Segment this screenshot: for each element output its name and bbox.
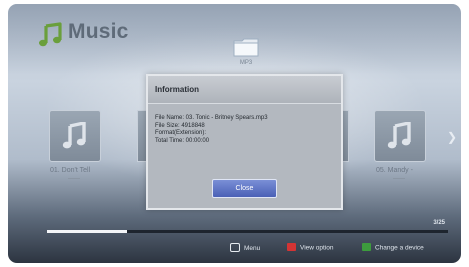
music-note-icon: [387, 122, 411, 149]
view-option-hint[interactable]: View option: [287, 243, 334, 252]
change-device-hint[interactable]: Change a device: [362, 243, 424, 252]
information-dialog: Information File Name: 03. Tonic - Britn…: [146, 74, 343, 210]
page-counter: 3/25: [433, 220, 445, 226]
progress-fill: [47, 230, 128, 233]
menu-key-icon: [230, 243, 240, 252]
footer-hints: Menu View option Change a device: [8, 243, 461, 258]
app-title: Music: [68, 20, 129, 43]
red-key-icon: [287, 243, 296, 251]
close-button[interactable]: Close: [212, 179, 277, 198]
track-label: 01. Don't Tell: [50, 167, 91, 174]
total-time-line: Total Time: 00:00:00: [155, 137, 210, 144]
format-line: Format(Extension):: [155, 130, 207, 136]
menu-hint[interactable]: Menu: [230, 243, 261, 253]
track-subtitle-dash: [393, 178, 405, 179]
view-option-label: View option: [300, 244, 334, 252]
tv-screen: Music MP3 01. Don't Tell s 05. Mandy - ❯…: [8, 4, 461, 263]
green-key-icon: [362, 243, 371, 251]
folder-icon[interactable]: [233, 37, 259, 57]
folder-label: MP3: [239, 60, 253, 66]
dialog-info-lines: File Name: 03. Tonic - Britney Spears.mp…: [155, 115, 268, 145]
change-device-label: Change a device: [375, 244, 424, 252]
dialog-title: Information: [155, 85, 199, 94]
music-note-icon: [39, 22, 62, 47]
menu-label: Menu: [244, 245, 261, 253]
chevron-right-icon[interactable]: ❯: [447, 130, 457, 144]
track-thumbnail[interactable]: [374, 110, 426, 162]
file-name-line: File Name: 03. Tonic - Britney Spears.mp…: [155, 115, 268, 121]
progress-bar: [47, 230, 448, 233]
track-subtitle-dash: [68, 178, 80, 179]
music-note-icon: [62, 122, 86, 149]
track-thumbnail[interactable]: [49, 110, 101, 162]
dialog-header: Information: [148, 76, 341, 104]
file-size-line: File Size: 4918848: [155, 122, 205, 129]
track-label: 05. Mandy -: [376, 167, 413, 174]
